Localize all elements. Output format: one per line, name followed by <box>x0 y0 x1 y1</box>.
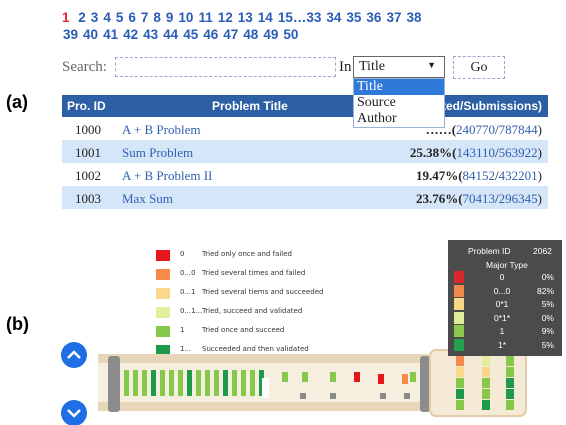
tooltip-swatch <box>454 298 464 310</box>
left-handle-body <box>108 356 120 412</box>
magnified-glyph-cell <box>456 356 464 366</box>
glyph-column <box>169 370 174 396</box>
glyph-column <box>142 370 147 396</box>
magnified-glyph-cell <box>482 400 490 410</box>
dropdown-option-author[interactable]: Author <box>354 111 444 127</box>
search-field-dropdown: Title Source Author <box>353 78 445 128</box>
tooltip-row: 1* 5% <box>454 338 558 351</box>
magnified-glyph-cell <box>506 378 514 388</box>
glyph-marker <box>404 393 410 399</box>
tooltip-type-label: 0...0 <box>493 285 511 296</box>
magnified-glyph-cell <box>506 367 514 377</box>
left-scrollbar-handle[interactable] <box>108 356 120 412</box>
timeline-visualization <box>98 349 527 417</box>
tooltip-type-value: 0% <box>541 272 554 282</box>
glyph-cell <box>378 374 384 384</box>
tooltip-row: 0 0% <box>454 271 558 283</box>
magnified-glyph-cell <box>506 356 514 366</box>
tooltip-row: 1 9% <box>454 325 558 337</box>
tooltip-type-value: 5% <box>541 299 554 309</box>
dropdown-option-title[interactable]: Title <box>354 79 444 95</box>
tooltip-swatch <box>454 271 464 283</box>
track-top-rail <box>98 354 446 363</box>
tooltip-swatch <box>454 338 464 351</box>
glyph-marker <box>330 393 336 399</box>
magnified-glyph-cell <box>482 367 490 377</box>
magnified-glyph-cell <box>506 389 514 399</box>
tooltip-type-label: 0*1* <box>493 312 511 323</box>
tooltip-type-label: 1* <box>497 339 507 350</box>
glyph-cell <box>282 372 288 382</box>
tooltip-row: 0*1* 0% <box>454 311 558 324</box>
glyph-column <box>160 370 165 396</box>
glyph-highlight <box>262 378 269 398</box>
tooltip-problem-id: 2062 <box>533 246 552 256</box>
glyph-marker <box>380 393 386 399</box>
tooltip-swatch <box>454 325 464 337</box>
magnified-glyph-cell <box>482 389 490 399</box>
glyph-column <box>223 370 228 396</box>
glyph-column <box>250 370 255 396</box>
glyph-column <box>133 370 138 396</box>
timeline-track <box>98 354 446 411</box>
glyph-cell <box>354 372 360 382</box>
tooltip-major-label: Major Type <box>486 260 528 270</box>
problem-tooltip: Problem ID 2062 Major Type 0 0% 0...0 82% 0*… <box>448 240 562 356</box>
glyph-column <box>232 370 237 396</box>
glyph-cell <box>402 374 408 384</box>
glyph-column <box>151 370 156 396</box>
magnified-glyph-cell <box>456 367 464 377</box>
right-handle-body <box>420 356 430 412</box>
glyph-cell <box>330 372 336 382</box>
tooltip-problem-label: Problem ID <box>468 246 511 256</box>
tooltip-type-value: 82% <box>536 285 554 296</box>
right-scrollbar-handle[interactable] <box>420 356 430 412</box>
glyph-column <box>241 370 246 396</box>
tooltip-type-label: 1 <box>499 326 505 336</box>
dropdown-option-source[interactable]: Source <box>354 95 444 111</box>
tooltip-swatch <box>454 311 464 324</box>
tooltip-type-label: 0*1 <box>495 299 509 309</box>
tooltip-type-label: 0 <box>499 272 505 282</box>
tooltip-swatch <box>454 284 464 297</box>
tooltip-row: 0*1 5% <box>454 298 558 310</box>
track-bottom-rail <box>98 402 446 411</box>
glyph-column <box>124 370 129 396</box>
magnified-glyph-cell <box>456 400 464 410</box>
glyph-cell <box>410 372 416 382</box>
magnified-glyph-cell <box>482 378 490 388</box>
glyph-column <box>214 370 219 396</box>
glyph-column <box>187 370 192 396</box>
tooltip-type-value: 5% <box>541 339 554 350</box>
magnified-glyph-cell <box>456 378 464 388</box>
tooltip-row: 0...0 82% <box>454 284 558 297</box>
magnified-glyph-cell <box>456 389 464 399</box>
magnified-glyph-cell <box>506 400 514 410</box>
glyph-column <box>205 370 210 396</box>
glyph-cell <box>302 372 308 382</box>
magnified-glyph-cell <box>482 356 490 366</box>
glyph-marker <box>300 393 306 399</box>
glyph-column <box>196 370 201 396</box>
tooltip-type-value: 9% <box>541 326 554 336</box>
tooltip-type-value: 0% <box>541 312 554 323</box>
glyph-column <box>178 370 183 396</box>
